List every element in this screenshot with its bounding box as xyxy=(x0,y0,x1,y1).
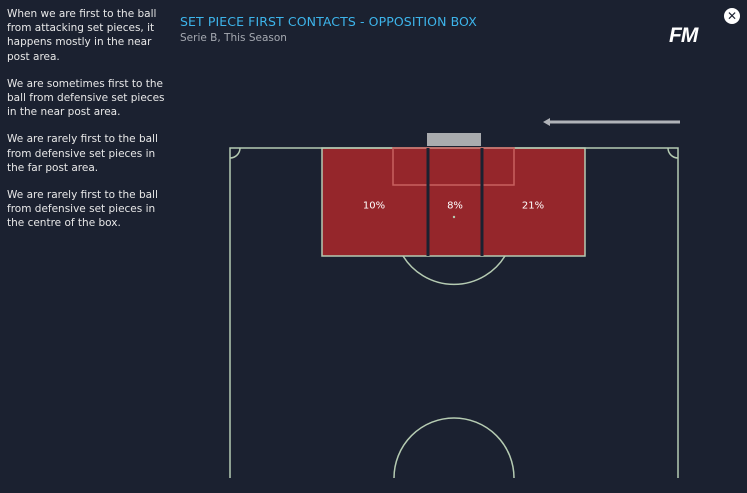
centre-circle xyxy=(393,417,515,479)
goal xyxy=(427,133,481,146)
corner-arc-right xyxy=(667,147,679,159)
zone-label-near-post: 10% xyxy=(362,200,386,212)
pitch-diagram xyxy=(229,133,679,479)
penalty-spot xyxy=(452,215,456,219)
penalty-arc xyxy=(402,255,506,286)
zone-label-centre: 8% xyxy=(447,200,463,212)
corner-arc-left xyxy=(229,147,241,159)
zone-label-far-post: 21% xyxy=(521,200,545,212)
